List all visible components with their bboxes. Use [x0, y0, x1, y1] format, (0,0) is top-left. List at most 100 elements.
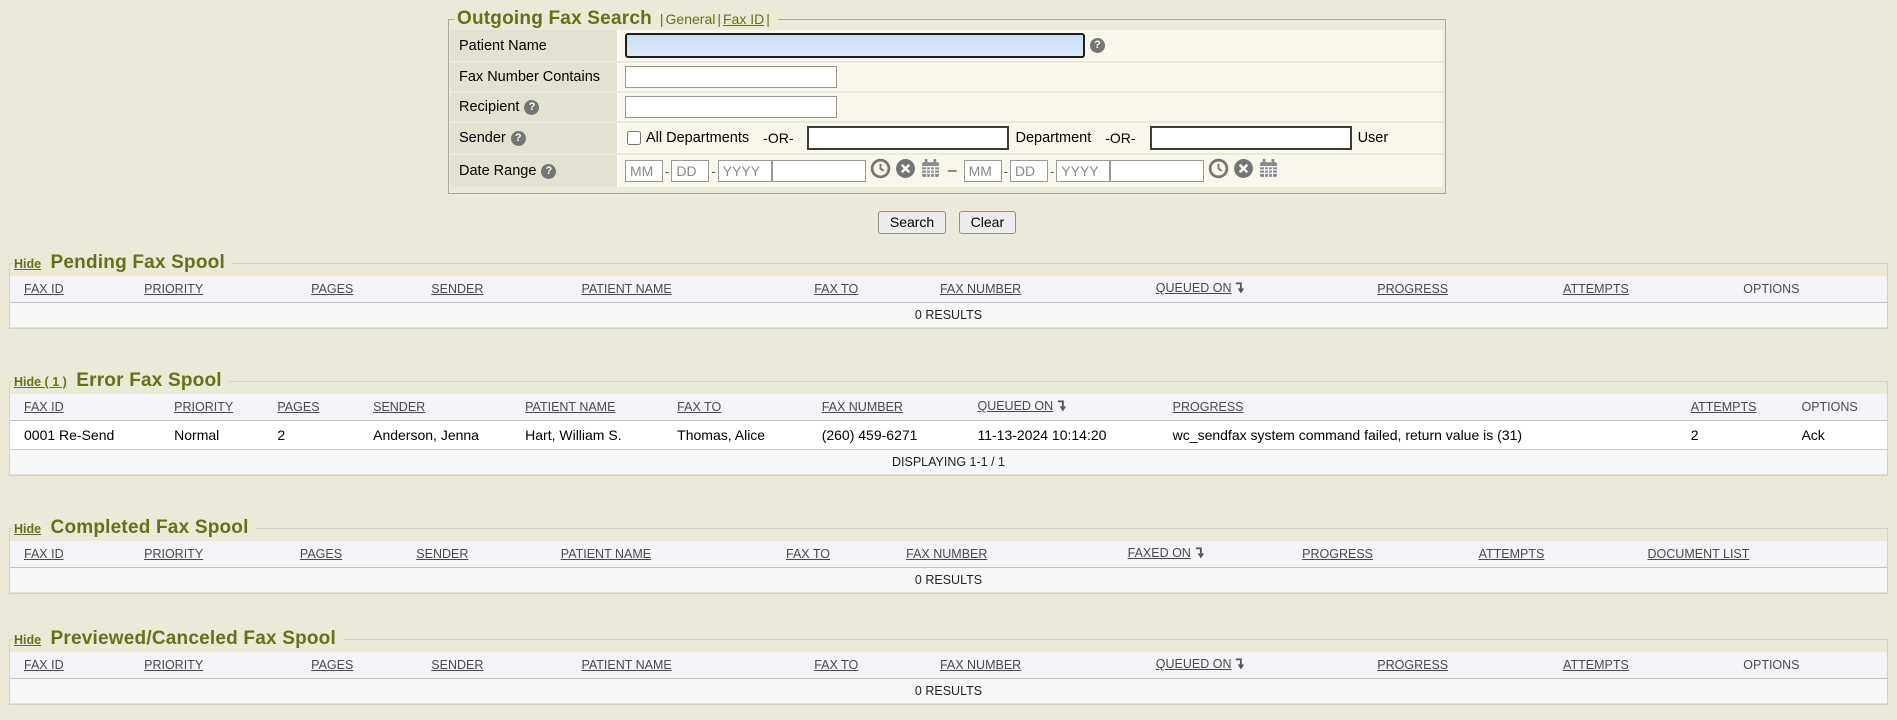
column-header-attempts[interactable]: ATTEMPTS	[1479, 547, 1545, 561]
hide-previewed-link[interactable]: Hide	[14, 633, 41, 647]
column-header-patient-name[interactable]: PATIENT NAME	[561, 547, 651, 561]
results-footer-row: 0 RESULTS	[10, 679, 1887, 704]
fax-cell-attempts: 2	[1677, 421, 1788, 450]
search-form-table: Patient Name ? Fax Number Contains Recip…	[451, 28, 1443, 189]
fax-cell-fax-id: 0001 Re-Send	[10, 421, 160, 450]
sort-descending-icon	[1194, 548, 1205, 562]
search-button[interactable]: Search	[878, 211, 946, 234]
column-header-fax-to[interactable]: FAX TO	[814, 282, 858, 296]
recipient-input[interactable]	[625, 96, 837, 118]
date-range-row: Date Range? - - – -	[451, 155, 1443, 187]
tab-fax-id[interactable]: Fax ID	[723, 11, 764, 27]
hide-completed-link[interactable]: Hide	[14, 522, 41, 536]
patient-name-input[interactable]	[625, 33, 1085, 58]
hide-pending-link[interactable]: Hide	[14, 257, 41, 271]
sender-label: Sender	[459, 130, 506, 146]
completed-spool-table: FAX ID PRIORITY PAGES SENDER PATIENT NAME FAX…	[10, 541, 1887, 593]
column-header-attempts[interactable]: ATTEMPTS	[1563, 658, 1629, 672]
column-header-pages[interactable]: PAGES	[277, 400, 319, 414]
start-time-input[interactable]	[772, 160, 866, 182]
column-header-fax-id[interactable]: FAX ID	[24, 658, 64, 672]
outgoing-fax-search: Outgoing Fax Search|General|Fax ID| Pati…	[448, 0, 1446, 234]
end-date-clear-icon[interactable]	[1233, 158, 1254, 184]
column-header-priority[interactable]: PRIORITY	[174, 400, 233, 414]
previewed-canceled-fax-spool-section: Hide Previewed/Canceled Fax Spool FAX ID…	[9, 628, 1888, 705]
column-header-pages[interactable]: PAGES	[311, 282, 353, 296]
column-header-fax-id[interactable]: FAX ID	[24, 400, 64, 414]
user-input[interactable]	[1150, 126, 1352, 150]
end-month-input[interactable]	[964, 160, 1002, 182]
start-month-input[interactable]	[625, 160, 663, 182]
column-header-progress[interactable]: PROGRESS	[1377, 282, 1448, 296]
column-header-faxed-on[interactable]: FAXED ON	[1128, 546, 1191, 560]
recipient-help-icon[interactable]: ?	[524, 100, 539, 115]
date-separator: -	[1050, 164, 1054, 179]
date-separator: -	[1004, 164, 1008, 179]
column-header-options: OPTIONS	[1801, 400, 1857, 414]
column-header-patient-name[interactable]: PATIENT NAME	[525, 400, 615, 414]
column-header-options: OPTIONS	[1743, 282, 1799, 296]
column-header-patient-name[interactable]: PATIENT NAME	[581, 658, 671, 672]
fax-cell-fax-to: Thomas, Alice	[663, 421, 808, 450]
tab-general[interactable]: General	[666, 11, 716, 27]
or-separator: -OR-	[1105, 130, 1135, 146]
patient-name-help-icon[interactable]: ?	[1090, 38, 1105, 53]
all-departments-checkbox[interactable]	[627, 131, 641, 145]
form-tabs: |General|Fax ID|	[660, 11, 770, 27]
start-date-calendar-icon[interactable]	[920, 158, 941, 184]
end-date-calendar-icon[interactable]	[1258, 158, 1279, 184]
column-header-progress[interactable]: PROGRESS	[1173, 400, 1244, 414]
column-header-pages[interactable]: PAGES	[311, 658, 353, 672]
column-header-sender[interactable]: SENDER	[431, 658, 483, 672]
column-header-priority[interactable]: PRIORITY	[144, 547, 203, 561]
results-footer-row: DISPLAYING 1-1 / 1	[10, 450, 1887, 475]
end-time-clock-icon[interactable]	[1208, 158, 1229, 184]
column-header-fax-to[interactable]: FAX TO	[814, 658, 858, 672]
column-header-fax-number[interactable]: FAX NUMBER	[822, 400, 903, 414]
column-header-pages[interactable]: PAGES	[300, 547, 342, 561]
date-separator: -	[665, 164, 669, 179]
column-header-priority[interactable]: PRIORITY	[144, 282, 203, 296]
column-header-sender[interactable]: SENDER	[431, 282, 483, 296]
start-year-input[interactable]	[718, 160, 772, 182]
column-header-fax-number[interactable]: FAX NUMBER	[940, 658, 1021, 672]
fax-number-input[interactable]	[625, 66, 837, 88]
column-header-sender[interactable]: SENDER	[416, 547, 468, 561]
column-header-fax-to[interactable]: FAX TO	[786, 547, 830, 561]
column-header-queued-on[interactable]: QUEUED ON	[1156, 657, 1232, 671]
column-header-attempts[interactable]: ATTEMPTS	[1691, 400, 1757, 414]
recipient-row: Recipient?	[451, 93, 1443, 121]
hide-error-link[interactable]: Hide ( 1 )	[14, 375, 67, 389]
column-header-fax-to[interactable]: FAX TO	[677, 400, 721, 414]
clear-button[interactable]: Clear	[959, 211, 1016, 234]
start-day-input[interactable]	[671, 160, 709, 182]
sort-descending-icon	[1056, 401, 1067, 415]
end-year-input[interactable]	[1056, 160, 1110, 182]
column-header-fax-number[interactable]: FAX NUMBER	[940, 282, 1021, 296]
column-header-row: FAX ID PRIORITY PAGES SENDER PATIENT NAME FAX…	[10, 541, 1887, 568]
end-time-input[interactable]	[1110, 160, 1204, 182]
column-header-fax-id[interactable]: FAX ID	[24, 547, 64, 561]
column-header-document-list[interactable]: DOCUMENT LIST	[1648, 547, 1750, 561]
end-day-input[interactable]	[1010, 160, 1048, 182]
column-header-attempts[interactable]: ATTEMPTS	[1563, 282, 1629, 296]
column-header-fax-id[interactable]: FAX ID	[24, 282, 64, 296]
column-header-progress[interactable]: PROGRESS	[1377, 658, 1448, 672]
sender-help-icon[interactable]: ?	[511, 131, 526, 146]
start-time-clock-icon[interactable]	[870, 158, 891, 184]
column-header-priority[interactable]: PRIORITY	[144, 658, 203, 672]
column-header-queued-on[interactable]: QUEUED ON	[977, 399, 1053, 413]
column-header-progress[interactable]: PROGRESS	[1302, 547, 1373, 561]
column-header-patient-name[interactable]: PATIENT NAME	[581, 282, 671, 296]
start-date-clear-icon[interactable]	[895, 158, 916, 184]
column-header-fax-number[interactable]: FAX NUMBER	[906, 547, 987, 561]
previewed-spool-table: FAX ID PRIORITY PAGES SENDER PATIENT NAME FAX…	[10, 652, 1887, 704]
department-input[interactable]	[807, 126, 1009, 150]
recipient-label: Recipient	[459, 99, 519, 115]
fax-cell-options[interactable]: Ack	[1787, 421, 1887, 450]
column-header-sender[interactable]: SENDER	[373, 400, 425, 414]
department-label: Department	[1015, 130, 1091, 146]
fax-cell-fax-number: (260) 459-6271	[808, 421, 964, 450]
date-range-help-icon[interactable]: ?	[541, 164, 556, 179]
column-header-queued-on[interactable]: QUEUED ON	[1156, 281, 1232, 295]
